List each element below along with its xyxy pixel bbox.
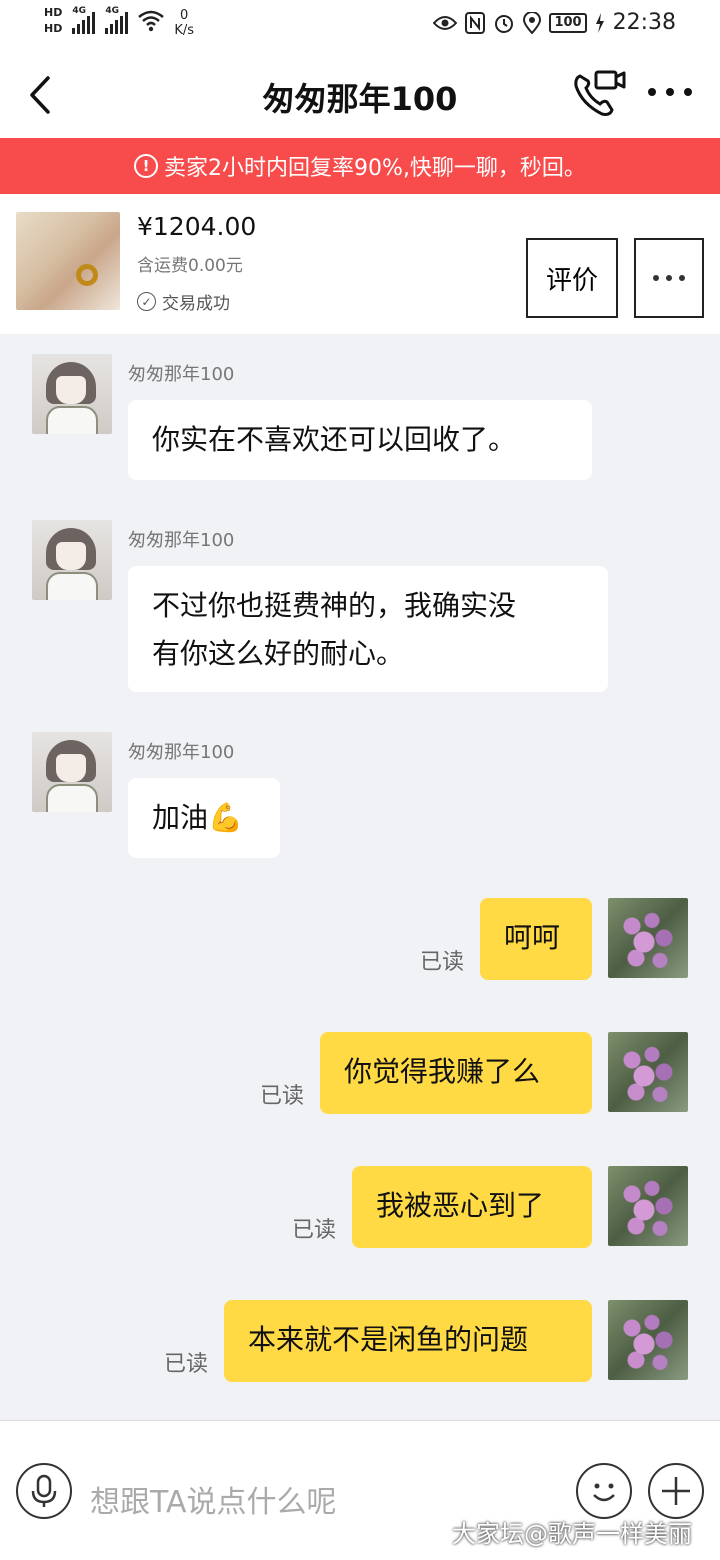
shipping-info: 含运费0.00元: [137, 256, 243, 276]
read-receipt: 已读: [420, 950, 465, 975]
message-text: 我被恶心到了: [376, 1189, 545, 1222]
signal-1-icon: 4G: [72, 6, 96, 34]
status-left: HD HD 4G 4G 0 K/s: [44, 6, 194, 38]
message-input[interactable]: 想跟TA说点什么呢: [90, 1477, 337, 1521]
my-avatar[interactable]: [608, 898, 688, 978]
charging-icon: [595, 12, 604, 33]
message-bubble-out[interactable]: 呵呵: [480, 898, 592, 980]
message-bubble-in[interactable]: 你实在不喜欢还可以回收了。: [128, 400, 592, 480]
wifi-icon: [138, 10, 165, 32]
read-receipt: 已读: [260, 1084, 305, 1109]
eye-icon: [433, 15, 458, 30]
deal-status: ✓ 交易成功: [137, 289, 230, 314]
rate-button[interactable]: 评价: [526, 238, 618, 318]
read-receipt: 已读: [164, 1352, 209, 1377]
seller-avatar[interactable]: [32, 520, 112, 600]
chat-header: 匆匆那年100: [0, 52, 720, 138]
message-text: 你实在不喜欢还可以回收了。: [152, 423, 517, 456]
message-sender: 匆匆那年100: [128, 742, 235, 763]
reply-rate-banner: ! 卖家2小时内回复率90%,快聊一聊，秒回。: [0, 138, 720, 194]
message-text: 本来就不是闲鱼的问题: [248, 1323, 529, 1356]
alarm-icon: [495, 14, 514, 33]
status-right: 100 22:38: [433, 10, 676, 35]
hd-badge-1: HD: [44, 6, 63, 19]
message-sender: 匆匆那年100: [128, 530, 235, 551]
message-bubble-out[interactable]: 我被恶心到了: [352, 1166, 592, 1248]
plus-icon[interactable]: [648, 1463, 704, 1519]
my-avatar[interactable]: [608, 1300, 688, 1380]
my-avatar[interactable]: [608, 1166, 688, 1246]
check-circle-icon: ✓: [137, 292, 156, 311]
network-speed: 0 K/s: [174, 8, 195, 38]
message-text-line: 不过你也挺费神的，我确实没: [152, 589, 517, 622]
message-text: 呵呵: [504, 921, 561, 954]
seller-avatar[interactable]: [32, 354, 112, 434]
warning-icon: !: [134, 154, 159, 178]
status-bar: HD HD 4G 4G 0 K/s 100 22:38: [0, 0, 720, 52]
microphone-icon[interactable]: [16, 1463, 72, 1519]
nfc-icon: [465, 11, 486, 34]
product-more-button[interactable]: [634, 238, 704, 318]
message-bubble-out[interactable]: 你觉得我赚了么: [320, 1032, 592, 1114]
seller-avatar[interactable]: [32, 732, 112, 812]
clock: 22:38: [612, 10, 676, 35]
more-icon[interactable]: [648, 88, 696, 102]
emoji-icon[interactable]: [576, 1463, 632, 1519]
message-text: 你觉得我赚了么: [344, 1055, 541, 1088]
watermark: 大家坛@歌声一样美丽: [452, 1520, 692, 1548]
location-icon: [523, 11, 542, 34]
read-receipt: 已读: [292, 1218, 337, 1243]
message-sender: 匆匆那年100: [128, 364, 235, 385]
message-text: 加油💪: [152, 801, 243, 834]
my-avatar[interactable]: [608, 1032, 688, 1112]
signal-2-icon: 4G: [105, 6, 129, 34]
message-bubble-out[interactable]: 本来就不是闲鱼的问题: [224, 1300, 592, 1382]
message-bubble-in[interactable]: 加油💪: [128, 778, 280, 858]
deal-status-label: 交易成功: [162, 294, 230, 314]
video-call-icon[interactable]: [572, 68, 626, 120]
hd-badge-2: HD: [44, 22, 63, 35]
banner-text: 卖家2小时内回复率90%,快聊一聊，秒回。: [164, 156, 586, 181]
battery-icon: 100: [549, 12, 587, 33]
message-text-line: 有你这么好的耐心。: [152, 637, 405, 670]
product-price: ¥1204.00: [137, 212, 257, 241]
product-thumbnail[interactable]: [16, 212, 120, 310]
message-bubble-in[interactable]: 不过你也挺费神的，我确实没 有你这么好的耐心。: [128, 566, 608, 692]
product-card[interactable]: ¥1204.00 含运费0.00元 ✓ 交易成功 评价: [0, 194, 720, 334]
